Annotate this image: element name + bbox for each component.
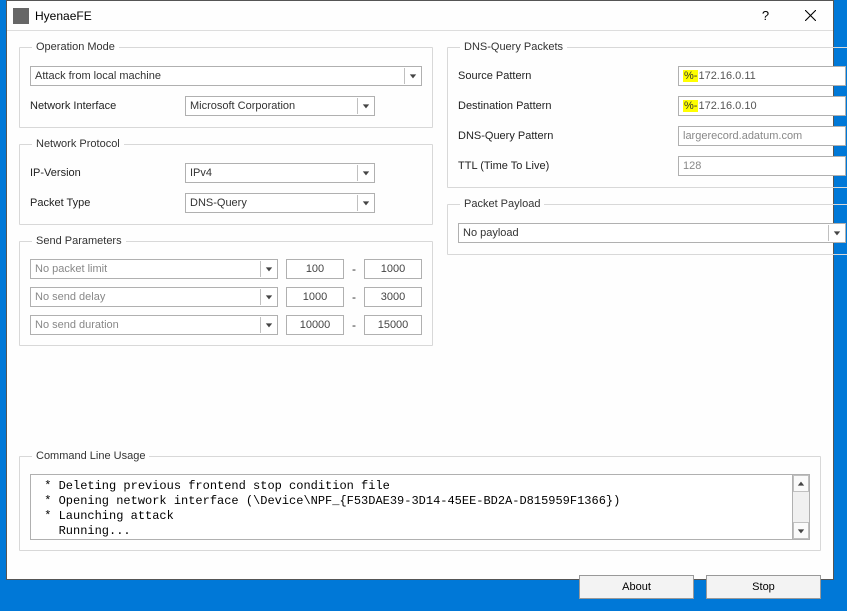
ttl-input[interactable]: 128 [678, 156, 846, 176]
window-title: HyenaeFE [35, 9, 92, 23]
chevron-down-icon [260, 261, 276, 277]
command-line-usage-group: Command Line Usage * Deleting previous f… [19, 450, 821, 551]
range-dash: - [352, 290, 356, 304]
about-button[interactable]: About [579, 575, 694, 599]
group-legend: Packet Payload [460, 198, 544, 210]
chevron-down-icon [357, 165, 373, 181]
close-icon [805, 10, 816, 21]
group-legend: Send Parameters [32, 235, 126, 247]
network-interface-combo[interactable]: Microsoft Corporation [185, 96, 375, 116]
chevron-down-icon [828, 225, 844, 241]
send-duration-combo[interactable]: No send duration [30, 315, 278, 335]
scroll-up-button[interactable] [793, 475, 809, 492]
chevron-down-icon [404, 68, 420, 84]
packet-type-label: Packet Type [30, 197, 185, 209]
group-legend: Command Line Usage [32, 450, 149, 462]
source-pattern-label: Source Pattern [458, 70, 678, 82]
dns-query-packets-group: DNS-Query Packets Source Pattern %-172.1… [447, 41, 847, 188]
dns-query-pattern-input[interactable]: largerecord.adatum.com [678, 126, 846, 146]
help-button[interactable]: ? [743, 1, 788, 30]
payload-combo[interactable]: No payload [458, 223, 846, 243]
send-parameters-group: Send Parameters No packet limit - No sen… [19, 235, 433, 346]
footer-buttons: About Stop [19, 575, 821, 599]
group-legend: Network Protocol [32, 138, 124, 150]
limit-max-input[interactable] [364, 259, 422, 279]
delay-min-input[interactable] [286, 287, 344, 307]
limit-min-input[interactable] [286, 259, 344, 279]
packet-type-combo[interactable]: DNS-Query [185, 193, 375, 213]
delay-max-input[interactable] [364, 287, 422, 307]
duration-max-input[interactable] [364, 315, 422, 335]
operation-mode-group: Operation Mode Attack from local machine… [19, 41, 433, 128]
range-dash: - [352, 318, 356, 332]
chevron-down-icon [357, 195, 373, 211]
app-icon [13, 8, 29, 24]
titlebar[interactable]: HyenaeFE ? [7, 1, 833, 31]
chevron-down-icon [357, 98, 373, 114]
dns-query-pattern-label: DNS-Query Pattern [458, 130, 678, 142]
group-legend: DNS-Query Packets [460, 41, 567, 53]
console-output[interactable]: * Deleting previous frontend stop condit… [30, 474, 793, 540]
ttl-label: TTL (Time To Live) [458, 160, 678, 172]
network-protocol-group: Network Protocol IP-Version IPv4 Packet … [19, 138, 433, 225]
chevron-down-icon [260, 289, 276, 305]
stop-button[interactable]: Stop [706, 575, 821, 599]
packet-payload-group: Packet Payload No payload [447, 198, 847, 255]
send-delay-combo[interactable]: No send delay [30, 287, 278, 307]
network-interface-label: Network Interface [30, 100, 185, 112]
group-legend: Operation Mode [32, 41, 119, 53]
app-window: HyenaeFE ? Operation Mode Attack from lo… [6, 0, 834, 580]
scroll-track[interactable] [793, 492, 809, 522]
ip-version-combo[interactable]: IPv4 [185, 163, 375, 183]
duration-min-input[interactable] [286, 315, 344, 335]
operation-mode-combo[interactable]: Attack from local machine [30, 66, 422, 86]
ip-version-label: IP-Version [30, 167, 185, 179]
destination-pattern-input[interactable]: %-172.16.0.10 [678, 96, 846, 116]
close-button[interactable] [788, 1, 833, 30]
destination-pattern-label: Destination Pattern [458, 100, 678, 112]
chevron-down-icon [260, 317, 276, 333]
console-scrollbar[interactable] [793, 474, 810, 540]
scroll-down-button[interactable] [793, 522, 809, 539]
packet-limit-combo[interactable]: No packet limit [30, 259, 278, 279]
source-pattern-input[interactable]: %-172.16.0.11 [678, 66, 846, 86]
range-dash: - [352, 262, 356, 276]
